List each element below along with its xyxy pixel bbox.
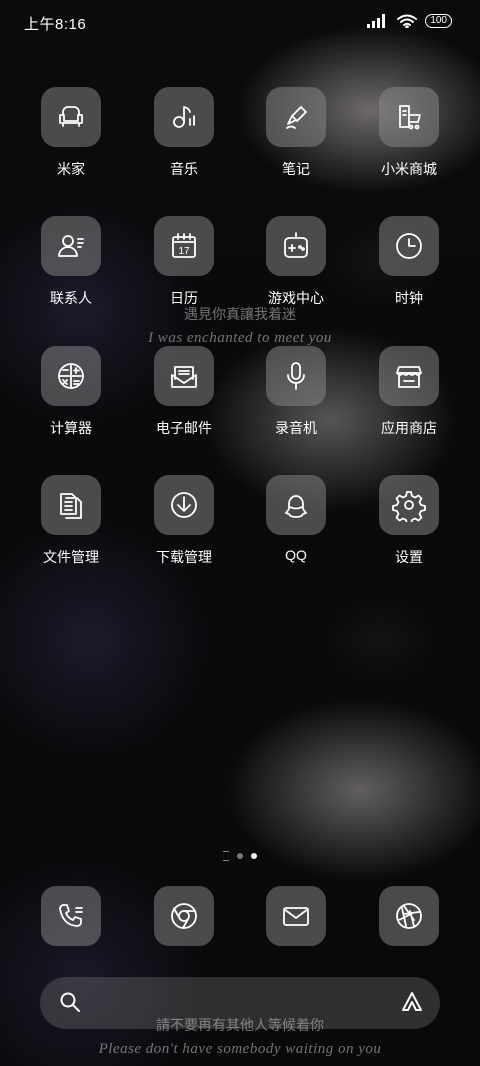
status-time: 上午8:16 <box>24 16 87 33</box>
phone-icon <box>41 886 101 946</box>
app-qq[interactable]: QQ <box>241 475 351 563</box>
camera-aperture-icon <box>379 886 439 946</box>
app-download-manager[interactable]: 下载管理 <box>129 475 239 567</box>
calculator-icon <box>41 346 101 406</box>
app-file-manager[interactable]: 文件管理 <box>16 475 126 567</box>
clock-icon <box>379 216 439 276</box>
app-calculator[interactable]: 计算器 <box>16 346 126 438</box>
calendar-day: 17 <box>178 246 190 257</box>
download-icon <box>154 475 214 535</box>
page-indicator-dot[interactable] <box>237 853 243 859</box>
pen-icon <box>266 87 326 147</box>
page-indicator[interactable] <box>0 851 480 861</box>
app-app-store[interactable]: 应用商店 <box>354 346 464 438</box>
files-icon <box>41 475 101 535</box>
app-settings[interactable]: 设置 <box>354 475 464 567</box>
mail-icon <box>266 886 326 946</box>
gamepad-icon <box>266 216 326 276</box>
app-mijia[interactable]: 米家 <box>16 87 126 179</box>
gear-icon <box>379 475 439 535</box>
email-icon <box>154 346 214 406</box>
calendar-icon: 17 <box>154 216 214 276</box>
qq-penguin-icon <box>266 475 326 535</box>
app-email[interactable]: 电子邮件 <box>129 346 239 438</box>
status-bar: 上午8:16 100 <box>0 0 480 44</box>
store-icon <box>379 346 439 406</box>
lyric-top: 遇見你真讓我着迷 I was enchanted to meet you <box>148 308 332 346</box>
signal-icon <box>367 14 386 28</box>
music-note-icon <box>154 87 214 147</box>
app-calendar[interactable]: 17 日历 <box>129 216 239 308</box>
sofa-icon <box>41 87 101 147</box>
battery-indicator: 100 <box>425 14 452 28</box>
contact-icon <box>41 216 101 276</box>
page-indicator-feed[interactable] <box>223 851 229 861</box>
app-game-center[interactable]: 游戏中心 <box>241 216 351 308</box>
wifi-icon <box>397 14 418 28</box>
dock-mail[interactable] <box>241 886 351 946</box>
dock-phone[interactable] <box>16 886 126 946</box>
lyric-bottom: 請不要再有其他人等候着你 Please don't have somebody … <box>98 1019 382 1057</box>
shopping-cart-icon <box>379 87 439 147</box>
app-mi-store[interactable]: 小米商城 <box>354 87 464 179</box>
app-recorder[interactable]: 录音机 <box>241 346 351 438</box>
app-music[interactable]: 音乐 <box>129 87 239 179</box>
microphone-icon <box>266 346 326 406</box>
app-clock[interactable]: 时钟 <box>354 216 464 308</box>
app-notes[interactable]: 笔记 <box>241 87 351 179</box>
chrome-browser-icon <box>154 886 214 946</box>
dock-camera[interactable] <box>354 886 464 946</box>
app-contacts[interactable]: 联系人 <box>16 216 126 308</box>
dock-browser[interactable] <box>129 886 239 946</box>
page-indicator-dot-active[interactable] <box>251 853 257 859</box>
